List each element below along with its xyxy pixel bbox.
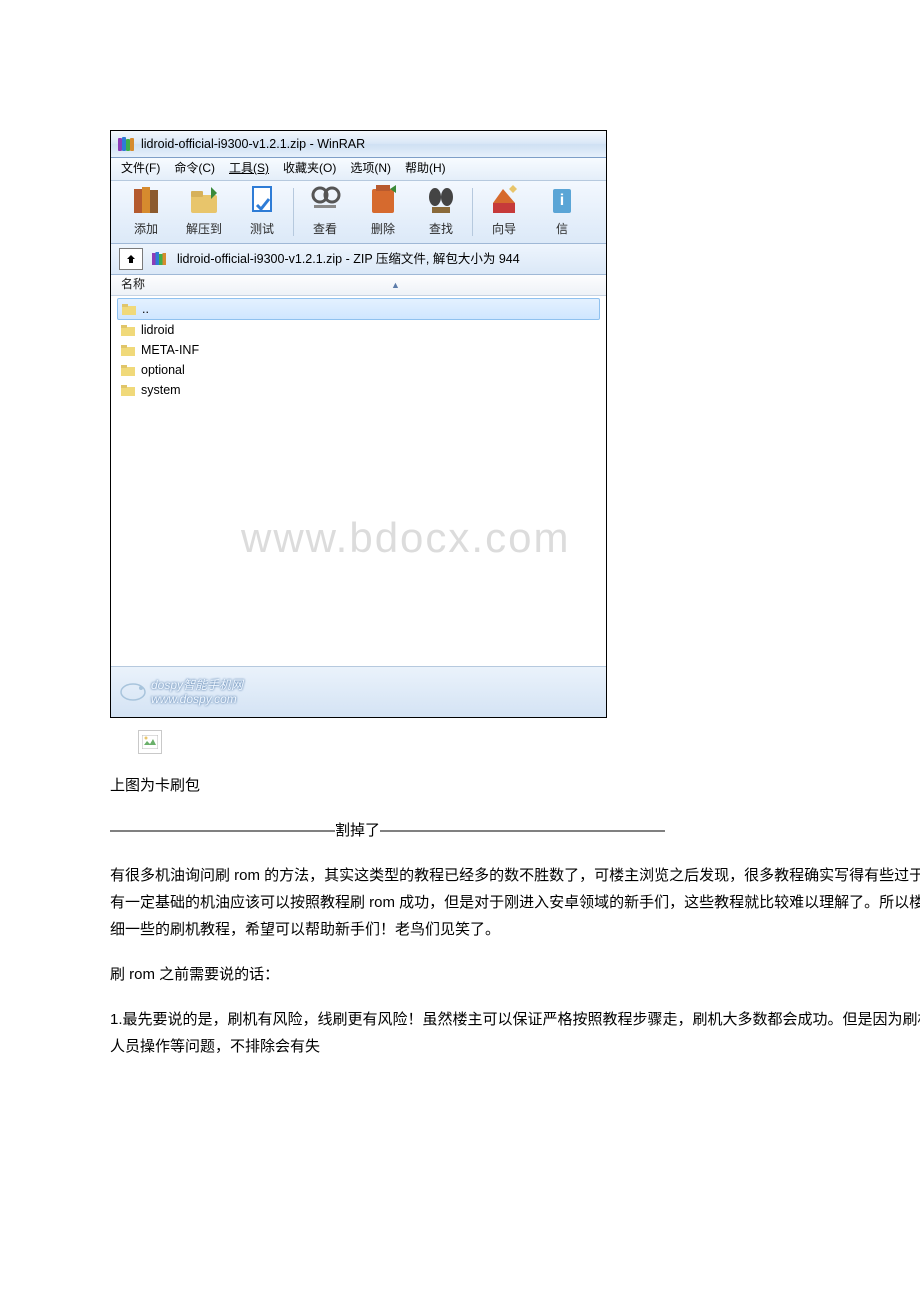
folder-icon: [121, 324, 135, 336]
paragraph-2: 刷 rom 之前需要说的话：: [110, 961, 920, 988]
address-text: lidroid-official-i9300-v1.2.1.zip - ZIP …: [177, 248, 520, 271]
folder-icon: [121, 364, 135, 376]
delete-button[interactable]: 删除: [354, 183, 412, 241]
menubar: 文件(F) 命令(C) 工具(S) 收藏夹(O) 选项(N) 帮助(H): [111, 158, 606, 181]
archive-icon: [151, 251, 169, 267]
footer-text-2: www.dospy.com: [151, 692, 243, 706]
find-button[interactable]: 查找: [412, 183, 470, 241]
menu-command[interactable]: 命令(C): [174, 158, 215, 180]
menu-tools[interactable]: 工具(S): [229, 158, 269, 180]
add-button[interactable]: 添加: [117, 183, 175, 241]
folder-icon: [121, 384, 135, 396]
wizard-icon: [487, 183, 521, 217]
folder-icon: [122, 303, 136, 315]
up-arrow-icon: [125, 253, 137, 265]
paragraph-1: 有很多机油询问刷 rom 的方法，其实这类型的教程已经多的数不胜数了，可楼主浏览…: [110, 862, 920, 943]
extract-button[interactable]: 解压到: [175, 183, 233, 241]
add-icon: [129, 183, 163, 217]
svg-text:i: i: [560, 192, 564, 209]
titlebar: lidroid-official-i9300-v1.2.1.zip - WinR…: [111, 131, 606, 158]
menu-file[interactable]: 文件(F): [121, 158, 160, 180]
folder-row[interactable]: META-INF: [111, 340, 606, 360]
find-icon: [424, 183, 458, 217]
folder-row[interactable]: lidroid: [111, 320, 606, 340]
divider: ———————————————割掉了———————————————————: [110, 817, 920, 844]
wizard-button[interactable]: 向导: [475, 183, 533, 241]
column-name: 名称: [121, 274, 145, 296]
menu-options[interactable]: 选项(N): [350, 158, 391, 180]
test-button[interactable]: 测试: [233, 183, 291, 241]
parent-folder-row[interactable]: ..: [117, 298, 600, 320]
info-button[interactable]: i信: [533, 183, 591, 241]
test-icon: [245, 183, 279, 217]
caption: 上图为卡刷包: [110, 772, 920, 799]
paragraph-3: 1.最先要说的是，刷机有风险，线刷更有风险！虽然楼主可以保证严格按照教程步骤走，…: [110, 1006, 920, 1060]
watermark: www.bdocx.com: [241, 500, 570, 576]
view-icon: [308, 183, 342, 217]
folder-row[interactable]: optional: [111, 360, 606, 380]
dospy-logo-icon: [119, 678, 147, 706]
sort-indicator-icon: ▲: [391, 277, 400, 293]
extract-icon: [187, 183, 221, 217]
column-header[interactable]: 名称 ▲: [111, 275, 606, 296]
menu-favorites[interactable]: 收藏夹(O): [283, 158, 336, 180]
app-icon: [117, 135, 135, 153]
delete-icon: [366, 183, 400, 217]
view-button[interactable]: 查看: [296, 183, 354, 241]
footer-bar: dospy智能手机网 www.dospy.com: [111, 666, 606, 717]
info-icon: i: [545, 183, 579, 217]
folder-row[interactable]: system: [111, 380, 606, 400]
winrar-window: lidroid-official-i9300-v1.2.1.zip - WinR…: [110, 130, 607, 718]
footer-text-1: dospy智能手机网: [151, 678, 243, 692]
menu-help[interactable]: 帮助(H): [405, 158, 446, 180]
broken-image-icon: [138, 730, 162, 754]
folder-icon: [121, 344, 135, 356]
file-list: .. lidroid META-INF optional system www.…: [111, 296, 606, 666]
up-button[interactable]: [119, 248, 143, 270]
toolbar: 添加 解压到 测试 查看 删除 查找 向导 i信: [111, 181, 606, 244]
address-bar: lidroid-official-i9300-v1.2.1.zip - ZIP …: [111, 244, 606, 275]
window-title: lidroid-official-i9300-v1.2.1.zip - WinR…: [141, 133, 365, 156]
